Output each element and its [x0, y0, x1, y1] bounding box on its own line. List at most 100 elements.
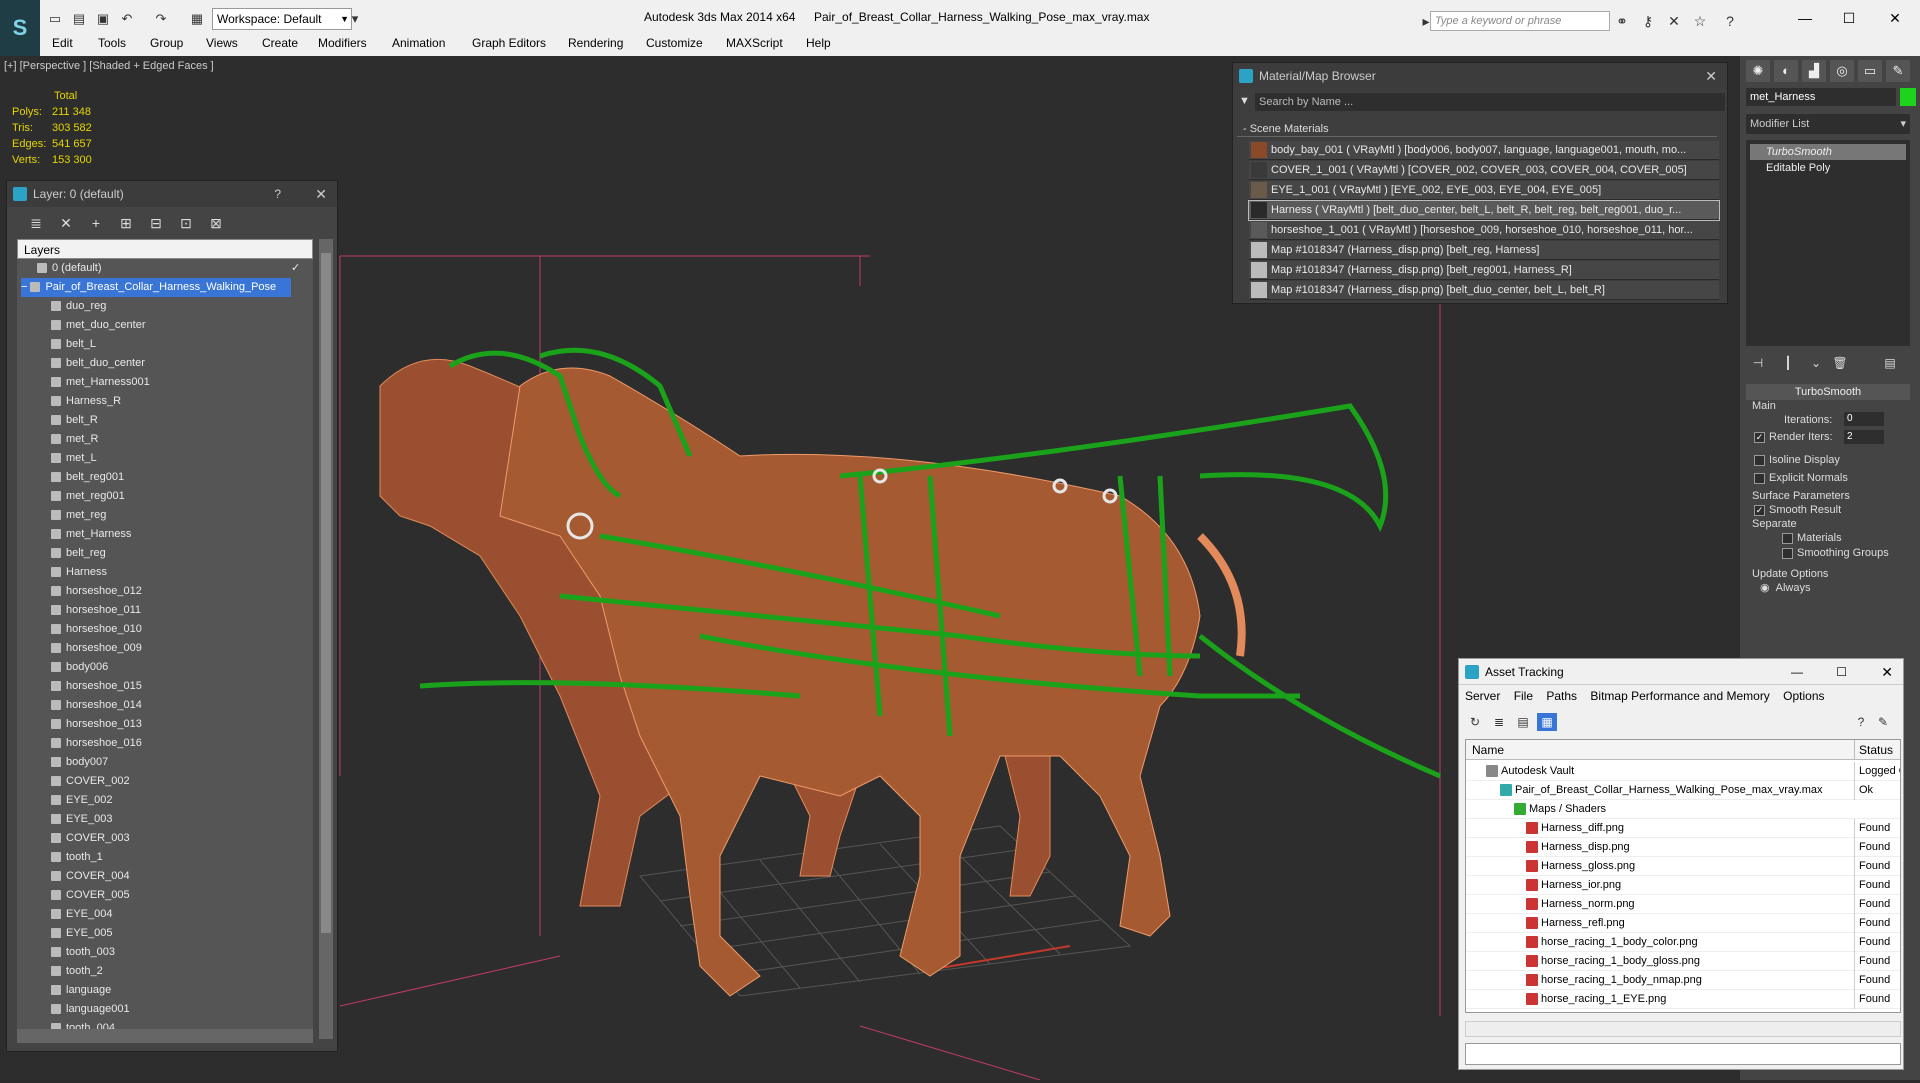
list-item[interactable]: belt_reg	[51, 544, 106, 563]
workspace-arrow-icon[interactable]: ▾	[346, 10, 364, 28]
collapse-icon[interactable]: −	[21, 281, 27, 293]
add-icon[interactable]: +	[85, 213, 107, 233]
close-icon[interactable]: ✕	[315, 181, 327, 207]
table-row[interactable]: horse_racing_1_EYE.png Found	[1466, 990, 1900, 1009]
materials-checkbox[interactable]	[1782, 532, 1793, 544]
render-iters-row[interactable]: ✓ Render Iters:	[1754, 429, 1833, 445]
asset-menu-server[interactable]: Server	[1465, 689, 1500, 703]
make-unique-icon[interactable]: ⌄	[1806, 356, 1826, 374]
list-item[interactable]: tooth_1	[51, 848, 103, 867]
show-end-result-icon[interactable]: ┃	[1778, 356, 1798, 374]
layer-panel-header[interactable]: Layer: 0 (default)? ✕	[7, 181, 337, 207]
list-item[interactable]: EYE_003	[51, 810, 112, 829]
list-item[interactable]: horseshoe_014	[51, 696, 142, 715]
highlight-editable-icon[interactable]: ✎	[1873, 713, 1893, 731]
list-item[interactable]: met_duo_center	[51, 316, 146, 335]
asset-menu-bitmap[interactable]: Bitmap Performance and Memory	[1590, 689, 1769, 703]
pin-stack-icon[interactable]: ⊣	[1748, 356, 1768, 374]
table-row[interactable]: horse_racing_1_body_color.png Found	[1466, 933, 1900, 952]
table-row[interactable]: Maps / Shaders	[1466, 800, 1900, 819]
layers-column-header[interactable]: Layers	[17, 239, 313, 259]
table-row[interactable]: Autodesk Vault Logged O	[1466, 762, 1900, 781]
materials-row[interactable]: Materials	[1782, 530, 1842, 546]
motion-tab-icon[interactable]: ◎	[1830, 60, 1854, 82]
help-icon[interactable]: ?	[1720, 11, 1740, 31]
menu-views[interactable]: Views	[206, 36, 238, 50]
always-row[interactable]: ◉ Always	[1760, 580, 1810, 596]
menu-create[interactable]: Create	[262, 36, 298, 50]
minimize-button[interactable]: —	[1790, 6, 1820, 30]
list-item[interactable]: met_Harness001	[51, 373, 150, 392]
list-item[interactable]: tooth_003	[51, 943, 115, 962]
help-icon[interactable]: ?	[1851, 713, 1871, 731]
modify-tab-icon[interactable]: ◐	[1774, 60, 1798, 82]
save-icon[interactable]: ▣	[94, 10, 112, 28]
material-row[interactable]: body_bay_001 ( VRayMtl ) [body006, body0…	[1249, 141, 1719, 160]
search-options-icon[interactable]: ▼	[1239, 95, 1250, 107]
material-row[interactable]: EYE_1_001 ( VRayMtl ) [EYE_002, EYE_003,…	[1249, 181, 1719, 200]
search-input[interactable]: Type a keyword or phrase	[1430, 11, 1610, 31]
list-item[interactable]: COVER_004	[51, 867, 130, 886]
list-item[interactable]: belt_L	[51, 335, 96, 354]
undo-icon[interactable]: ↶	[118, 10, 136, 28]
isoline-checkbox[interactable]	[1754, 454, 1765, 466]
render-iters-checkbox[interactable]: ✓	[1754, 431, 1765, 443]
key-icon[interactable]: ⚷	[1638, 11, 1658, 31]
list-item[interactable]: horseshoe_016	[51, 734, 142, 753]
table-row[interactable]: Harness_refl.png Found	[1466, 914, 1900, 933]
asset-tracking-header[interactable]: Asset Tracking — ☐ ✕	[1459, 659, 1903, 685]
horizontal-scrollbar[interactable]	[1465, 1021, 1901, 1037]
list-item[interactable]: Harness_R	[51, 392, 121, 411]
scrollbar-thumb[interactable]	[321, 253, 331, 933]
list-item[interactable]: language001	[51, 1000, 130, 1019]
close-button[interactable]: ✕	[1880, 6, 1910, 30]
redo-icon[interactable]: ↷	[152, 10, 170, 28]
material-row[interactable]: horseshoe_1_001 ( VRayMtl ) [horseshoe_0…	[1249, 221, 1719, 240]
list-item[interactable]: horseshoe_012	[51, 582, 142, 601]
list-item[interactable]: body007	[51, 753, 108, 772]
menu-animation[interactable]: Animation	[392, 36, 445, 50]
help-icon[interactable]: ?	[274, 181, 281, 207]
minimize-button[interactable]: —	[1791, 659, 1803, 685]
add-selection-icon[interactable]: ⊞	[115, 213, 137, 233]
close-icon[interactable]: ✕	[1705, 63, 1717, 89]
menu-graph-editors[interactable]: Graph Editors	[472, 36, 546, 50]
list-item[interactable]: belt_R	[51, 411, 98, 430]
table-row[interactable]: Harness_diff.png Found	[1466, 819, 1900, 838]
always-radio[interactable]: ◉	[1760, 582, 1770, 594]
map-row[interactable]: Map #1018347 (Harness_disp.png) [belt_re…	[1249, 241, 1719, 260]
list-item[interactable]: EYE_002	[51, 791, 112, 810]
refresh-icon[interactable]: ↻	[1465, 713, 1485, 731]
list-item[interactable]: met_reg	[51, 506, 106, 525]
list-item[interactable]: COVER_003	[51, 829, 130, 848]
asset-menu-options[interactable]: Options	[1783, 689, 1824, 703]
list-item[interactable]: COVER_005	[51, 886, 130, 905]
select-objects-icon[interactable]: ⊟	[145, 213, 167, 233]
list-item[interactable]: EYE_005	[51, 924, 112, 943]
maximize-button[interactable]: ☐	[1834, 6, 1864, 30]
list-item[interactable]: tooth_2	[51, 962, 103, 981]
new-file-icon[interactable]: ▭	[46, 10, 64, 28]
isoline-row[interactable]: Isoline Display	[1754, 452, 1840, 468]
list-view-icon[interactable]: ≣	[1489, 713, 1509, 731]
object-name-field[interactable]: met_Harness	[1746, 88, 1896, 106]
maximize-button[interactable]: ☐	[1836, 659, 1847, 685]
modifier-stack-item[interactable]: Editable Poly	[1750, 160, 1906, 176]
list-item[interactable]: met_R	[51, 430, 98, 449]
list-item[interactable]: COVER_002	[51, 772, 130, 791]
material-row[interactable]: COVER_1_001 ( VRayMtl ) [COVER_002, COVE…	[1249, 161, 1719, 180]
menu-maxscript[interactable]: MAXScript	[726, 36, 783, 50]
configure-sets-icon[interactable]: ▤	[1880, 356, 1900, 374]
viewport-label[interactable]: [+] [Perspective ] [Shaded + Edged Faces…	[4, 60, 214, 72]
highlight-icon[interactable]: ⊡	[175, 213, 197, 233]
list-item[interactable]: − Pair_of_Breast_Collar_Harness_Walking_P…	[21, 278, 291, 297]
smoothing-groups-row[interactable]: Smoothing Groups	[1782, 545, 1889, 561]
modifier-stack-item[interactable]: TurboSmooth	[1750, 144, 1906, 160]
list-item[interactable]: met_Harness	[51, 525, 131, 544]
table-row[interactable]: Pair_of_Breast_Collar_Harness_Walking_Po…	[1466, 781, 1900, 800]
thumbnail-view-icon[interactable]: ▤	[1513, 713, 1533, 731]
binoculars-icon[interactable]: ⚭	[1612, 11, 1632, 31]
search-input[interactable]: Search by Name ...	[1255, 93, 1725, 111]
object-color-swatch[interactable]	[1900, 88, 1916, 106]
close-icon[interactable]: ✕	[1881, 659, 1893, 685]
